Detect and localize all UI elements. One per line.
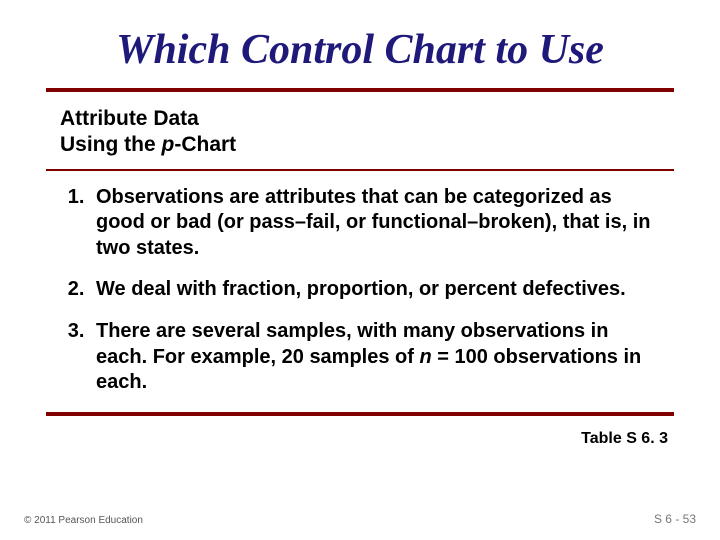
divider-mid [46,169,674,171]
subhead-prefix: Using the [60,133,162,156]
footer-copyright: © 2011 Pearson Education [24,515,143,526]
subhead-line1: Attribute Data [60,106,674,132]
list-item: There are several samples, with many obs… [90,319,664,396]
slide: Which Control Chart to Use Attribute Dat… [0,0,720,540]
subhead-suffix: -Chart [174,133,236,156]
footer-page-number: S 6 - 53 [654,512,696,526]
table-reference: Table S 6. 3 [46,430,668,448]
divider-top [46,88,674,92]
list-item-text: Observations are attributes that can be … [96,186,651,259]
subhead-ital: p [162,133,175,156]
list-item: We deal with fraction, proportion, or pe… [90,277,664,303]
list-item-ital: n [419,346,431,368]
numbered-list: Observations are attributes that can be … [60,185,664,396]
subheading: Attribute Data Using the p-Chart [60,106,674,159]
page-title: Which Control Chart to Use [46,28,674,72]
list-item-text: We deal with fraction, proportion, or pe… [96,278,626,300]
list-item: Observations are attributes that can be … [90,185,664,262]
divider-bottom [46,412,674,416]
subhead-line2: Using the p-Chart [60,132,674,158]
